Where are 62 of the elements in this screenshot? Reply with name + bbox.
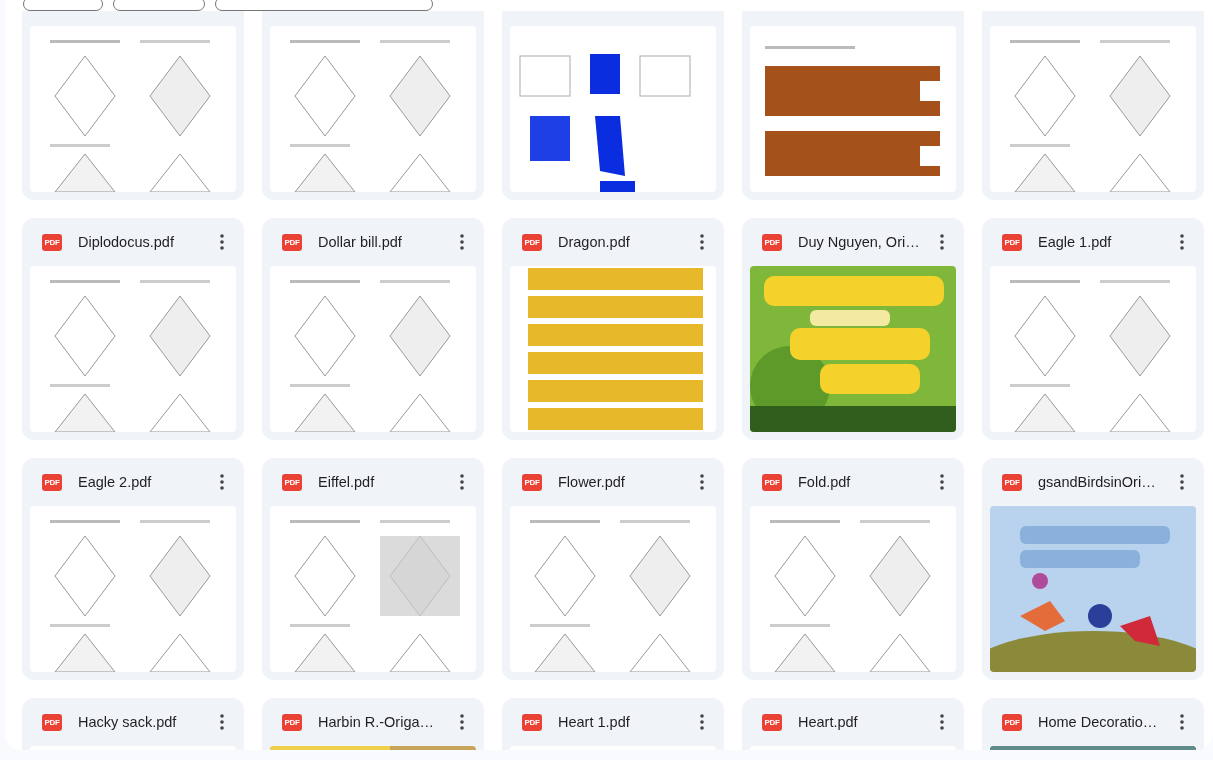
- file-card[interactable]: PDF Diplodocus.pdf: [22, 218, 244, 440]
- file-name: Home Decoratio…: [1038, 714, 1159, 730]
- pdf-icon: PDF: [1002, 713, 1022, 731]
- file-name: Duy Nguyen, Ori…: [798, 234, 921, 250]
- file-name: Eiffel.pdf: [318, 474, 376, 490]
- more-options-icon[interactable]: [220, 234, 224, 250]
- pdf-icon: PDF: [522, 713, 542, 731]
- file-name: Flower.pdf: [558, 474, 626, 490]
- file-card[interactable]: PDF Fold.pdf: [742, 458, 964, 680]
- pdf-icon: PDF: [282, 233, 302, 251]
- more-options-icon[interactable]: [460, 474, 464, 490]
- more-options-icon[interactable]: [1180, 714, 1184, 730]
- file-card[interactable]: PDF Dollar bill.pdf: [262, 218, 484, 440]
- file-name: gsandBirdsinOri…: [1038, 474, 1157, 490]
- more-options-icon[interactable]: [940, 234, 944, 250]
- pdf-icon: PDF: [42, 473, 62, 491]
- more-options-icon[interactable]: [220, 474, 224, 490]
- file-card[interactable]: PDF Dragon.pdf: [502, 218, 724, 440]
- file-card[interactable]: PDF Harbin R.-Origa…: [262, 698, 484, 750]
- file-card[interactable]: PDF gsandBirdsinOri…: [982, 458, 1204, 680]
- pdf-icon: PDF: [42, 233, 62, 251]
- pdf-icon: PDF: [762, 233, 782, 251]
- pdf-icon: PDF: [1002, 233, 1022, 251]
- pdf-icon: PDF: [282, 713, 302, 731]
- file-name: Heart 1.pdf: [558, 714, 631, 730]
- file-card[interactable]: PDF Hacky sack.pdf: [22, 698, 244, 750]
- file-name: Dragon.pdf: [558, 234, 631, 250]
- file-card[interactable]: PDF Heart 1.pdf: [502, 698, 724, 750]
- file-name: Eagle 1.pdf: [1038, 234, 1113, 250]
- file-name: Diplodocus.pdf: [78, 234, 175, 250]
- file-name: Eagle 2.pdf: [78, 474, 153, 490]
- file-card[interactable]: PDF Flower.pdf: [502, 458, 724, 680]
- pdf-icon: PDF: [522, 233, 542, 251]
- file-name: Fold.pdf: [798, 474, 852, 490]
- file-name: Hacky sack.pdf: [78, 714, 178, 730]
- file-name: Dollar bill.pdf: [318, 234, 403, 250]
- more-options-icon[interactable]: [700, 474, 704, 490]
- file-card[interactable]: PDF Eagle 1.pdf: [982, 218, 1204, 440]
- file-card[interactable]: [502, 11, 724, 200]
- more-options-icon[interactable]: [940, 474, 944, 490]
- file-card[interactable]: [742, 11, 964, 200]
- pdf-icon: PDF: [762, 713, 782, 731]
- more-options-icon[interactable]: [220, 714, 224, 730]
- more-options-icon[interactable]: [1180, 474, 1184, 490]
- file-card[interactable]: PDF Eagle 2.pdf: [22, 458, 244, 680]
- pdf-icon: PDF: [282, 473, 302, 491]
- file-card[interactable]: PDF Eiffel.pdf: [262, 458, 484, 680]
- pdf-icon: PDF: [522, 473, 542, 491]
- pdf-icon: PDF: [1002, 473, 1022, 491]
- file-card[interactable]: PDF Duy Nguyen, Ori…: [742, 218, 964, 440]
- more-options-icon[interactable]: [1180, 234, 1184, 250]
- file-card[interactable]: PDF Home Decoratio…: [982, 698, 1204, 750]
- pdf-icon: PDF: [762, 473, 782, 491]
- file-card[interactable]: PDF Heart.pdf: [742, 698, 964, 750]
- file-name: Heart.pdf: [798, 714, 859, 730]
- more-options-icon[interactable]: [700, 234, 704, 250]
- more-options-icon[interactable]: [700, 714, 704, 730]
- more-options-icon[interactable]: [460, 234, 464, 250]
- file-name: Harbin R.-Origa…: [318, 714, 436, 730]
- more-options-icon[interactable]: [940, 714, 944, 730]
- more-options-icon[interactable]: [460, 714, 464, 730]
- pdf-icon: PDF: [42, 713, 62, 731]
